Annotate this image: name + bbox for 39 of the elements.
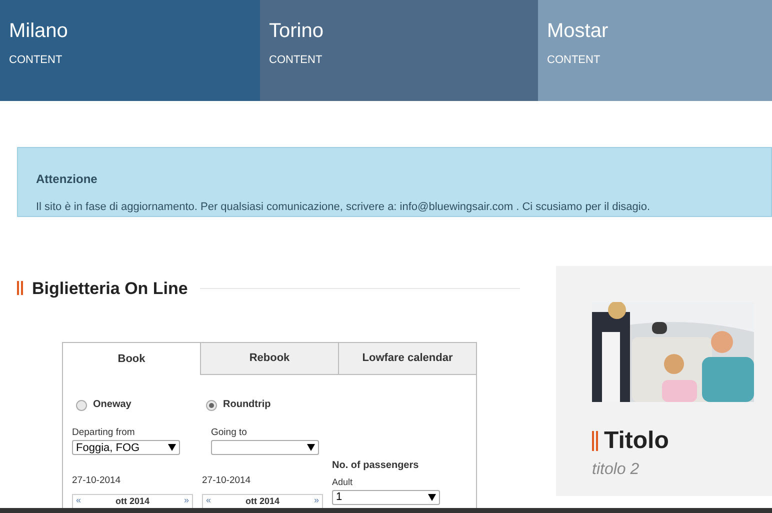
dropdown-arrow-icon <box>168 444 176 452</box>
tile-title: Milano <box>9 19 68 43</box>
title-accent-icon <box>592 430 598 450</box>
date-text: 27-10-2014 <box>72 474 122 488</box>
adult-select[interactable]: 1 <box>332 490 440 505</box>
heading-accent-icon <box>17 281 23 296</box>
alert-title: Attenzione <box>36 171 98 188</box>
radio-button[interactable] <box>76 400 87 411</box>
tile-title: Torino <box>269 19 324 43</box>
booking-tab[interactable]: Rebook <box>200 343 338 375</box>
city-tile[interactable]: Milano CONTENT <box>0 0 260 101</box>
field-label: Going to <box>211 426 248 440</box>
section-heading: Biglietteria On Line <box>32 278 188 300</box>
tile-title: Mostar <box>547 19 608 43</box>
dropdown-arrow-icon <box>307 444 315 452</box>
field-label: Departing from <box>72 426 136 440</box>
alert-message: Il sito è in fase di aggiornamento. Per qualsiasi comunicazione, scrivere a: info@bluewingsair.com . Ci scusiamo per il disagio. <box>36 200 650 215</box>
radio-label: Roundtrip <box>223 398 271 412</box>
month-label: ott 2014 <box>115 496 150 506</box>
next-month-button[interactable]: » <box>184 494 189 508</box>
panel-title: Titolo <box>604 428 669 454</box>
tile-subtitle: CONTENT <box>547 53 600 68</box>
date-text: 27-10-2014 <box>202 474 252 488</box>
field-label: Adult <box>332 476 354 490</box>
destination-select[interactable] <box>211 440 319 456</box>
next-month-button[interactable]: » <box>314 494 319 508</box>
booking-tab[interactable]: Lowfare calendar <box>338 343 476 375</box>
panel-subtitle: titolo 2 <box>592 460 640 480</box>
tile-subtitle: CONTENT <box>269 53 322 68</box>
previous-month-button[interactable]: « <box>76 494 82 508</box>
radio-button[interactable] <box>206 400 217 411</box>
tile-subtitle: CONTENT <box>9 53 62 68</box>
city-tile[interactable]: Torino CONTENT <box>260 0 538 101</box>
dropdown-arrow-icon <box>428 494 436 501</box>
departure-select[interactable]: Foggia, FOG <box>72 440 180 456</box>
radio-label: Oneway <box>93 398 132 412</box>
passengers-heading: No. of passengers <box>332 459 420 474</box>
previous-month-button[interactable]: « <box>206 494 212 508</box>
month-label: ott 2014 <box>245 496 280 506</box>
